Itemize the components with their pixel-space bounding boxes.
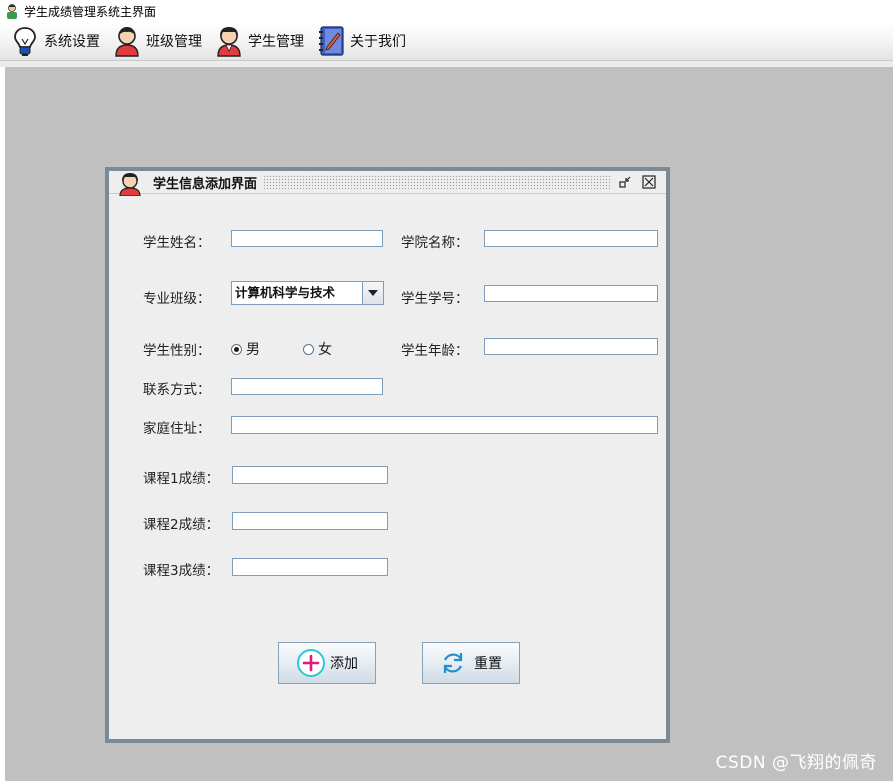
address-label: 家庭住址： bbox=[143, 421, 211, 437]
course1-label: 课程1成绩： bbox=[143, 471, 220, 487]
add-button[interactable]: 添加 bbox=[278, 642, 376, 684]
course3-label: 课程3成绩： bbox=[143, 563, 220, 579]
app-title-bar: 学生成绩管理系统主界面 bbox=[0, 0, 893, 22]
radio-label: 女 bbox=[318, 342, 332, 358]
lightbulb-icon bbox=[14, 27, 36, 56]
notebook-icon bbox=[319, 26, 344, 56]
class-label: 专业班级： bbox=[143, 291, 211, 307]
student-id-input[interactable] bbox=[484, 285, 658, 302]
menu-label: 班级管理 bbox=[146, 34, 202, 50]
contact-label: 联系方式： bbox=[143, 382, 211, 398]
radio-label: 男 bbox=[246, 342, 260, 358]
radio-circle bbox=[303, 343, 314, 355]
student-name-label: 学生姓名： bbox=[143, 235, 211, 251]
class-combobox[interactable]: 计算机科学与技术 bbox=[231, 281, 384, 305]
college-input[interactable] bbox=[484, 230, 658, 247]
minimize-icon bbox=[619, 176, 631, 188]
frame-title-bar[interactable]: 学生信息添加界面 bbox=[109, 171, 666, 196]
add-button-label: 添加 bbox=[330, 656, 358, 672]
age-label: 学生年龄： bbox=[401, 343, 469, 359]
watermark: CSDN @飞翔的佩奇 bbox=[715, 753, 877, 773]
student-add-frame: 学生信息添加界面 学生姓名： 学院名称： 专业班级： 计算机科学与技术 学生学号… bbox=[105, 167, 670, 743]
menu-label: 学生管理 bbox=[248, 34, 304, 50]
age-input[interactable] bbox=[484, 338, 658, 355]
menu-system-settings[interactable]: 系统设置 bbox=[4, 22, 106, 60]
close-icon bbox=[642, 175, 656, 189]
student-name-input[interactable] bbox=[231, 230, 383, 247]
course3-input[interactable] bbox=[232, 558, 388, 576]
gender-radio-female[interactable]: 女 bbox=[303, 339, 332, 359]
menu-student-management[interactable]: 学生管理 bbox=[208, 22, 310, 60]
contact-input[interactable] bbox=[231, 378, 383, 395]
reset-button-label: 重置 bbox=[474, 656, 502, 672]
menu-label: 系统设置 bbox=[44, 34, 100, 50]
add-icon bbox=[297, 649, 325, 677]
student-icon bbox=[119, 173, 141, 196]
course2-input[interactable] bbox=[232, 512, 388, 530]
dropdown-arrow-icon[interactable] bbox=[362, 282, 383, 304]
course2-label: 课程2成绩： bbox=[143, 517, 220, 533]
class-selected-value: 计算机科学与技术 bbox=[235, 285, 336, 300]
menu-label: 关于我们 bbox=[350, 34, 406, 50]
college-label: 学院名称： bbox=[401, 235, 469, 251]
gender-label: 学生性别： bbox=[143, 343, 211, 359]
user-icon bbox=[115, 27, 139, 57]
menu-bar: 系统设置 班级管理 学生管理 关于我们 bbox=[0, 22, 893, 61]
address-input[interactable] bbox=[231, 416, 658, 434]
student-icon bbox=[217, 27, 241, 57]
menu-class-management[interactable]: 班级管理 bbox=[106, 22, 208, 60]
close-button[interactable] bbox=[642, 175, 656, 189]
frame-title: 学生信息添加界面 bbox=[153, 176, 258, 192]
minimize-button[interactable] bbox=[618, 175, 632, 189]
title-grip bbox=[263, 175, 610, 189]
radio-circle bbox=[231, 343, 242, 355]
gender-radio-male[interactable]: 男 bbox=[231, 339, 260, 359]
app-user-icon bbox=[7, 4, 17, 19]
refresh-icon bbox=[443, 653, 463, 673]
menu-about-us[interactable]: 关于我们 bbox=[310, 22, 412, 60]
reset-button[interactable]: 重置 bbox=[422, 642, 520, 684]
student-id-label: 学生学号： bbox=[401, 291, 469, 307]
course1-input[interactable] bbox=[232, 466, 388, 484]
app-title: 学生成绩管理系统主界面 bbox=[24, 4, 157, 19]
